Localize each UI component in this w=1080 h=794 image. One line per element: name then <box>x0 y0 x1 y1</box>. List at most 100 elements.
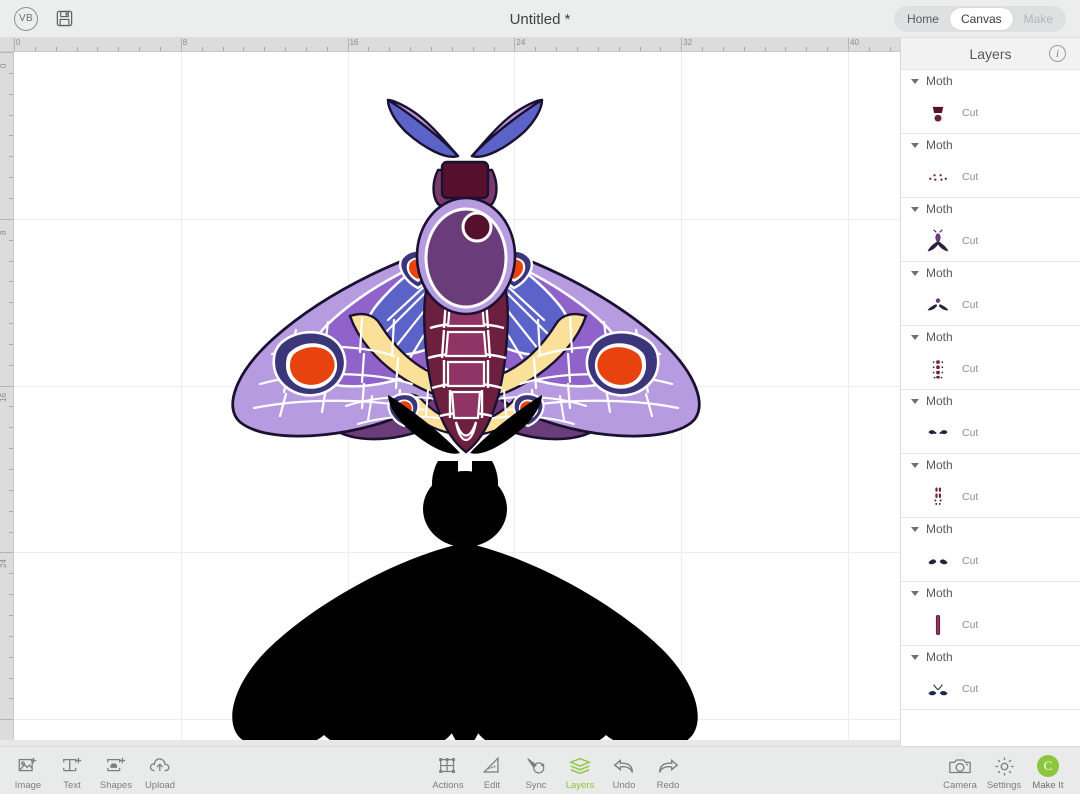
layers-panel: Layers i Moth Cut Moth Cut Moth Cut Moth Cut Mot… <box>900 38 1080 746</box>
layer-operation-label[interactable]: Cut <box>962 683 978 695</box>
make-it-logo: C <box>1037 754 1059 778</box>
ruler-tick-v <box>9 469 13 470</box>
toolbar-button-edit[interactable]: Edit <box>470 750 514 791</box>
chevron-down-icon[interactable] <box>911 334 919 340</box>
layer-group[interactable]: Moth Cut <box>901 198 1080 262</box>
layer-operation-label[interactable]: Cut <box>962 427 978 439</box>
layer-group-header[interactable]: Moth <box>901 134 1080 156</box>
chevron-down-icon[interactable] <box>911 142 919 148</box>
layer-group-header[interactable]: Moth <box>901 198 1080 220</box>
ruler-tick-h <box>597 47 599 51</box>
toolbar-button-sync[interactable]: Sync <box>514 750 558 791</box>
layer-group-header[interactable]: Moth <box>901 326 1080 348</box>
ruler-tick-v <box>9 406 13 408</box>
ruler-tick-h <box>222 47 224 51</box>
toolbar-button-make-it[interactable]: C Make It <box>1026 750 1070 791</box>
layer-group-header[interactable]: Moth <box>901 518 1080 540</box>
layer-group[interactable]: Moth Cut <box>901 262 1080 326</box>
toolbar-button-image[interactable]: Image <box>6 750 50 791</box>
ruler-label-h: 16 <box>349 38 359 47</box>
layer-thumbnail-body-with-wings[interactable] <box>923 225 953 257</box>
ruler-tick-h <box>472 47 474 51</box>
chevron-down-icon[interactable] <box>911 206 919 212</box>
layer-row[interactable]: Cut <box>901 604 1080 645</box>
layer-group[interactable]: Moth Cut <box>901 582 1080 646</box>
layer-thumbnail-antennae-dark[interactable] <box>923 673 953 705</box>
ruler-tick-v <box>9 302 13 304</box>
add-text-icon <box>61 754 83 778</box>
layer-operation-label[interactable]: Cut <box>962 619 978 631</box>
layer-thumbnail-thorax-stripe[interactable] <box>923 609 953 641</box>
toolbar-label: Redo <box>656 780 680 791</box>
layer-thumbnail-segmented-abdomen[interactable] <box>923 353 953 385</box>
layer-group[interactable]: Moth Cut <box>901 70 1080 134</box>
document-title: Untitled * <box>509 10 571 28</box>
layer-operation-label[interactable]: Cut <box>962 555 978 567</box>
chevron-down-icon[interactable] <box>911 526 919 532</box>
layer-row[interactable]: Cut <box>901 540 1080 581</box>
layers-list[interactable]: Moth Cut Moth Cut Moth Cut Moth Cut Moth Cut Moth C… <box>901 70 1080 746</box>
layer-row[interactable]: Cut <box>901 92 1080 133</box>
layer-group[interactable]: Moth Cut <box>901 390 1080 454</box>
layer-operation-label[interactable]: Cut <box>962 363 978 375</box>
layer-row[interactable]: Cut <box>901 284 1080 325</box>
layer-group-header[interactable]: Moth <box>901 454 1080 476</box>
ruler-tick-h <box>305 47 307 51</box>
chevron-down-icon[interactable] <box>911 270 919 276</box>
layer-group[interactable]: Moth Cut <box>901 646 1080 710</box>
toolbar-button-undo[interactable]: Undo <box>602 750 646 791</box>
layer-thumbnail-antenna-pair[interactable] <box>923 545 953 577</box>
layer-group-header[interactable]: Moth <box>901 262 1080 284</box>
layer-group-header[interactable]: Moth <box>901 70 1080 92</box>
layer-group[interactable]: Moth Cut <box>901 326 1080 390</box>
layer-group-name: Moth <box>926 138 953 152</box>
avatar[interactable]: VB <box>14 6 38 31</box>
layer-row[interactable]: Cut <box>901 220 1080 261</box>
layer-row[interactable]: Cut <box>901 668 1080 709</box>
toolbar-button-redo[interactable]: Redo <box>646 750 690 791</box>
layer-operation-label[interactable]: Cut <box>962 235 978 247</box>
layer-group[interactable]: Moth Cut <box>901 518 1080 582</box>
layer-operation-label[interactable]: Cut <box>962 107 978 119</box>
chevron-down-icon[interactable] <box>911 462 919 468</box>
layer-row[interactable]: Cut <box>901 476 1080 517</box>
chevron-down-icon[interactable] <box>911 654 919 660</box>
layer-thumbnail-scatter-dots[interactable] <box>923 161 953 193</box>
save-button[interactable] <box>53 8 75 30</box>
toolbar-button-upload[interactable]: Upload <box>138 750 182 791</box>
ruler-tick-v <box>9 448 13 450</box>
chevron-down-icon[interactable] <box>911 78 919 84</box>
layer-thumbnail-lower-wing-pair[interactable] <box>923 289 953 321</box>
layer-group-header[interactable]: Moth <box>901 646 1080 668</box>
ruler-tick-v <box>9 614 13 616</box>
chevron-down-icon[interactable] <box>911 590 919 596</box>
artwork-colored-moth[interactable] <box>231 98 701 454</box>
ruler-tick-h <box>451 47 453 51</box>
layer-row[interactable]: Cut <box>901 156 1080 197</box>
toolbar-button-shapes[interactable]: Shapes <box>94 750 138 791</box>
mode-home-button[interactable]: Home <box>896 8 950 30</box>
layer-operation-label[interactable]: Cut <box>962 491 978 503</box>
layer-row[interactable]: Cut <box>901 412 1080 453</box>
chevron-down-icon[interactable] <box>911 398 919 404</box>
layer-thumbnail-head-plate-and-dot[interactable] <box>923 97 953 129</box>
toolbar-button-camera[interactable]: Camera <box>938 750 982 791</box>
ruler-label-v: 24 <box>0 559 8 569</box>
toolbar-label: Edit <box>483 780 501 791</box>
info-icon[interactable]: i <box>1049 45 1066 62</box>
layer-thumbnail-eyespot-pair[interactable] <box>923 417 953 449</box>
toolbar-button-settings[interactable]: Settings <box>982 750 1026 791</box>
layer-group-header[interactable]: Moth <box>901 582 1080 604</box>
layer-row[interactable]: Cut <box>901 348 1080 389</box>
canvas-viewport[interactable] <box>14 52 900 740</box>
layer-operation-label[interactable]: Cut <box>962 299 978 311</box>
layer-group[interactable]: Moth Cut <box>901 454 1080 518</box>
layer-thumbnail-abdomen-spots[interactable] <box>923 481 953 513</box>
mode-canvas-button[interactable]: Canvas <box>949 8 1013 30</box>
toolbar-button-text[interactable]: Text <box>50 750 94 791</box>
toolbar-button-actions[interactable]: Actions <box>426 750 470 791</box>
layer-operation-label[interactable]: Cut <box>962 171 978 183</box>
layer-group[interactable]: Moth Cut <box>901 134 1080 198</box>
layer-group-header[interactable]: Moth <box>901 390 1080 412</box>
toolbar-button-layers[interactable]: Layers <box>558 750 602 791</box>
